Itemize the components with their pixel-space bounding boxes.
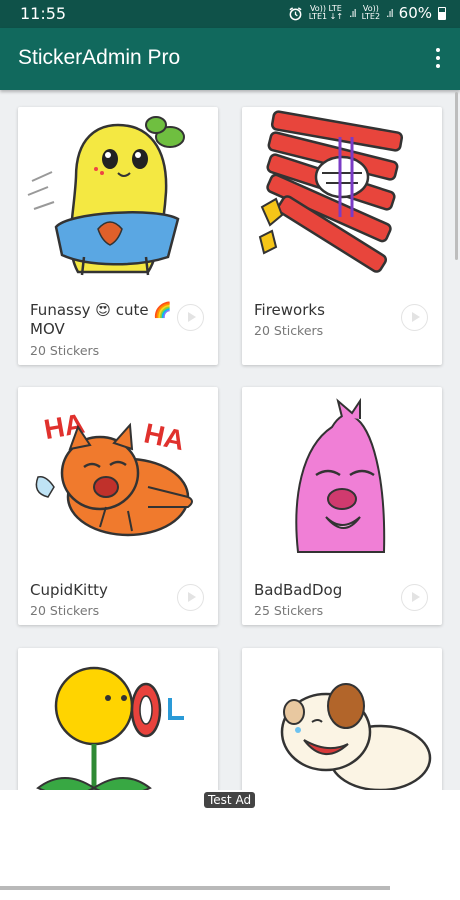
sticker-pack-card-funassy[interactable]: Funassy 😍 cute 🌈 MOV 20 Stickers bbox=[18, 107, 218, 365]
pack-name: CupidKitty bbox=[30, 581, 108, 599]
sticker-pack-card-badbaddog[interactable]: BadBadDog 25 Stickers bbox=[242, 387, 442, 625]
play-preview-icon[interactable] bbox=[177, 584, 204, 611]
sticker-preview-sunflower bbox=[36, 666, 184, 790]
sticker-preview-cupidkitty: HA HA bbox=[35, 408, 193, 537]
pack-count: 20 Stickers bbox=[30, 343, 100, 358]
test-ad-label: Test Ad bbox=[204, 792, 256, 808]
battery-icon bbox=[438, 6, 446, 20]
play-preview-icon[interactable] bbox=[401, 304, 428, 331]
ad-banner[interactable]: Test Ad bbox=[0, 790, 460, 900]
sticker-preview-text: HA bbox=[141, 417, 187, 456]
battery-percent: 60% bbox=[398, 4, 432, 22]
play-preview-icon[interactable] bbox=[401, 584, 428, 611]
pack-name: BadBadDog bbox=[254, 581, 343, 599]
sticker-pack-grid: Funassy 😍 cute 🌈 MOV 20 Stickers Firewor… bbox=[0, 90, 460, 790]
sticker-preview-white-dog bbox=[280, 683, 432, 790]
app-bar: StickerAdmin Pro bbox=[0, 28, 460, 90]
pack-count: 20 Stickers bbox=[254, 323, 324, 338]
sticker-pack-card-6[interactable] bbox=[242, 648, 442, 790]
sticker-preview-funassy bbox=[27, 116, 185, 276]
overflow-menu-icon[interactable] bbox=[434, 48, 442, 72]
sticker-pack-card-fireworks[interactable]: Fireworks 20 Stickers bbox=[242, 107, 442, 365]
signal-icon: .ıl bbox=[386, 6, 394, 20]
sim2-bottom-text: LTE2 bbox=[361, 12, 381, 21]
pack-name: Funassy 😍 cute 🌈 MOV bbox=[30, 301, 173, 338]
signal-icon: .ıl bbox=[349, 6, 357, 20]
pack-count: 25 Stickers bbox=[254, 603, 324, 618]
sticker-pack-card-5[interactable] bbox=[18, 648, 218, 790]
sim1-indicator: Vo)) LTE LTE1 ↓↑ bbox=[309, 5, 343, 21]
pack-count: 20 Stickers bbox=[30, 603, 100, 618]
sim1-bottom-text: LTE1 ↓↑ bbox=[308, 12, 344, 21]
sticker-preview-fireworks bbox=[258, 110, 404, 273]
pack-name: Fireworks bbox=[254, 301, 325, 319]
gesture-nav-bar[interactable] bbox=[0, 886, 390, 890]
scrollbar-thumb[interactable] bbox=[455, 92, 458, 260]
sticker-preview-badbaddog bbox=[295, 397, 386, 553]
status-time: 11:55 bbox=[20, 4, 67, 23]
status-bar: 11:55 Vo)) LTE LTE1 ↓↑ .ıl Vo)) LTE2 .ıl… bbox=[0, 0, 460, 28]
alarm-icon bbox=[289, 6, 302, 20]
app-title: StickerAdmin Pro bbox=[18, 46, 181, 69]
sticker-pack-card-cupidkitty[interactable]: HA HA CupidKitty 20 Stickers bbox=[18, 387, 218, 625]
sim2-indicator: Vo)) LTE2 bbox=[362, 5, 380, 21]
play-preview-icon[interactable] bbox=[177, 304, 204, 331]
status-icons: Vo)) LTE LTE1 ↓↑ .ıl Vo)) LTE2 .ıl 60% bbox=[288, 4, 446, 22]
